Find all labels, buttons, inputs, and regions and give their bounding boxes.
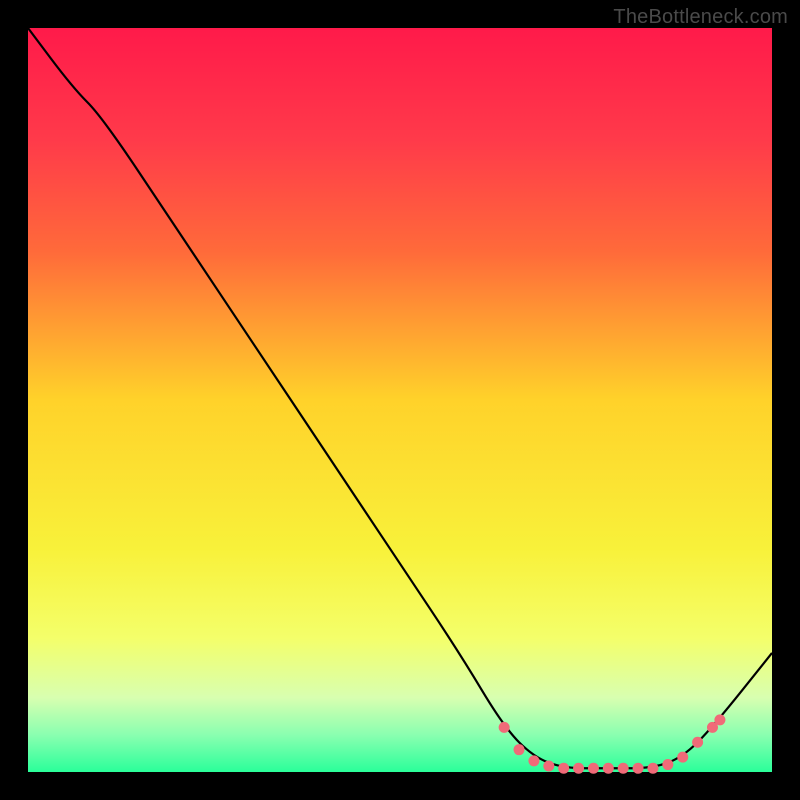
data-marker — [662, 759, 673, 770]
data-marker — [633, 763, 644, 774]
plot-background — [28, 28, 772, 772]
data-marker — [573, 763, 584, 774]
data-marker — [543, 761, 554, 772]
data-marker — [588, 763, 599, 774]
chart-canvas — [0, 0, 800, 800]
data-marker — [677, 752, 688, 763]
data-marker — [647, 763, 658, 774]
data-marker — [514, 744, 525, 755]
data-marker — [603, 763, 614, 774]
data-marker — [558, 763, 569, 774]
watermark-text: TheBottleneck.com — [613, 6, 788, 29]
data-marker — [499, 722, 510, 733]
data-marker — [618, 763, 629, 774]
data-marker — [528, 755, 539, 766]
data-marker — [714, 714, 725, 725]
data-marker — [692, 737, 703, 748]
